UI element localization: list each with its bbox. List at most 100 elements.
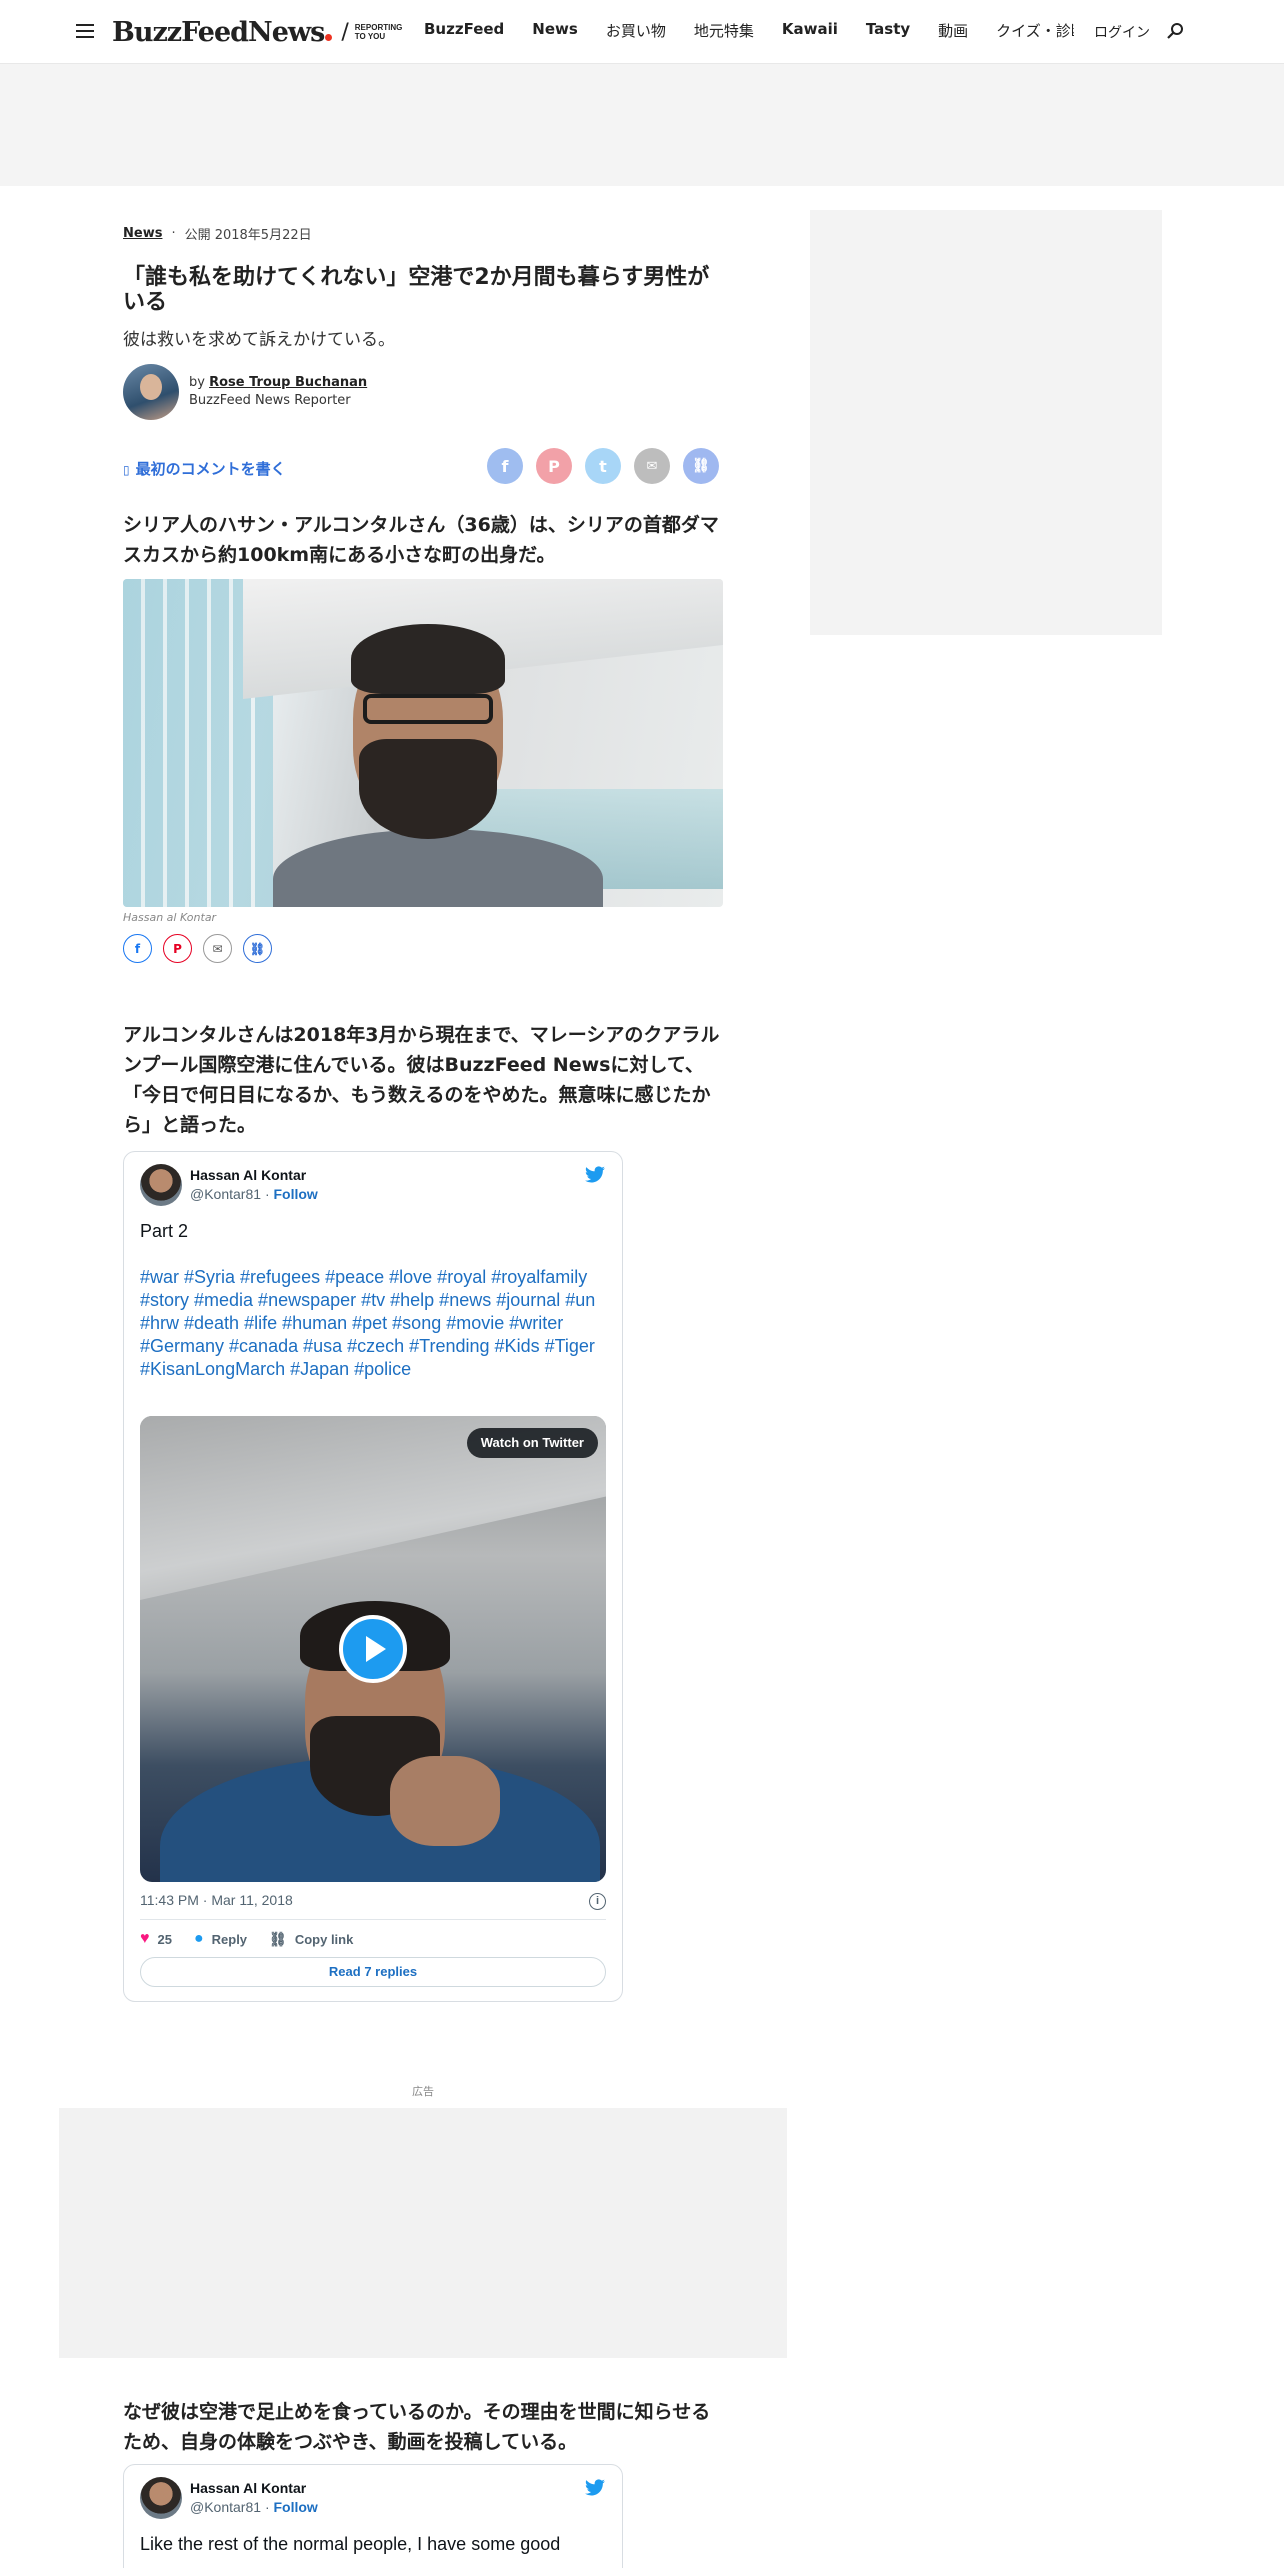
reply-bubble-icon: ● [193, 1930, 204, 1947]
top-ad-slot [0, 64, 1284, 186]
article-photo [123, 579, 723, 907]
buzzfeed-news-logo[interactable]: BuzzFeed News / REPORTING TO YOU [112, 14, 402, 50]
comment-icon: ▯ [123, 463, 130, 477]
photo-person-glasses [363, 694, 493, 724]
author-role: BuzzFeed News Reporter [189, 393, 351, 408]
twitter-bird-icon[interactable] [584, 2479, 606, 2497]
tweet-author: Hassan Al Kontar @Kontar81 · Follow [140, 1164, 318, 1206]
menu-icon[interactable] [76, 24, 94, 38]
link-icon: ⛓ [692, 458, 710, 474]
like-button[interactable]: ♥ 25 [140, 1930, 172, 1948]
watch-on-twitter-button[interactable]: Watch on Twitter [466, 1428, 598, 1458]
nav-local[interactable]: 地元特集 [694, 20, 754, 41]
pinterest-icon: P [173, 941, 182, 956]
play-icon[interactable] [339, 1615, 407, 1683]
tweet-separator: · [264, 2499, 270, 2515]
inline-ad-slot [59, 2108, 787, 2358]
photo-person-hair [351, 624, 505, 694]
video-person-hand [390, 1756, 500, 1846]
tweet-author-names: Hassan Al Kontar @Kontar81 · Follow [190, 1166, 318, 1204]
tweet-body: Like the rest of the normal people, I ha… [140, 2534, 561, 2554]
comment-link[interactable]: ▯ 最初のコメントを書く [123, 458, 286, 479]
tweet-author-names: Hassan Al Kontar @Kontar81 · Follow [190, 2479, 318, 2517]
paragraph-1: シリア人のハサン・アルコンタルさん（36歳）は、シリアの首都ダマスカスから約10… [123, 514, 719, 566]
nav-kawaii[interactable]: Kawaii [782, 20, 838, 41]
tweet-hashtags[interactable]: #war #Syria #refugees #peace #love #roya… [140, 1266, 600, 1381]
photo-person-beard [359, 739, 497, 839]
logo-wordmark: BuzzFeed [112, 16, 249, 48]
tweet-actions: ♥ 25 ● Reply ⛓ Copy link [140, 1930, 375, 1948]
photo-copy-link-button[interactable]: ⛓ [243, 934, 272, 963]
nav-video[interactable]: 動画 [938, 20, 968, 41]
info-icon[interactable]: i [589, 1893, 606, 1910]
embedded-tweet[interactable]: Hassan Al Kontar @Kontar81 · Follow Part… [123, 1151, 623, 2002]
photo-caption: Hassan al Kontar [123, 911, 217, 924]
article-subtitle: 彼は救いを求めて訴えかけている。 [123, 330, 395, 350]
share-bar: ▯ 最初のコメントを書く f P t ✉ ⛓ [123, 448, 723, 484]
meta-separator: · [171, 226, 176, 241]
nav-buzzfeed[interactable]: BuzzFeed [424, 20, 504, 41]
article-header: News · 公開 2018年5月22日 「誰も私を助けてくれない」空港で2か月… [123, 224, 723, 484]
author-info: by Rose Troup Buchanan BuzzFeed News Rep… [189, 374, 367, 410]
tweet-separator: · [264, 1186, 270, 1202]
tweet-video[interactable]: Watch on Twitter [140, 1416, 606, 1882]
nav-shopping[interactable]: お買い物 [606, 20, 666, 41]
tweet-timestamp[interactable]: 11:43 PM · Mar 11, 2018 [140, 1892, 293, 1908]
byline-prefix: by [189, 375, 205, 390]
link-icon: ⛓ [269, 1930, 287, 1947]
author-avatar[interactable] [123, 364, 179, 420]
tweet-avatar[interactable] [140, 2477, 182, 2519]
copy-link-label: Copy link [294, 1931, 354, 1947]
tweet-author: Hassan Al Kontar @Kontar81 · Follow [140, 2477, 318, 2519]
nav-quiz[interactable]: クイズ・診断 [996, 20, 1074, 41]
tweet-avatar[interactable] [140, 1164, 182, 1206]
copy-link-button[interactable]: ⛓ Copy link [269, 1931, 353, 1948]
paragraph-2: アルコンタルさんは2018年3月から現在まで、マレーシアのクアラルンプール国際空… [123, 1024, 720, 1136]
photo-pinterest-button[interactable]: P [163, 934, 192, 963]
email-share-button[interactable]: ✉ [634, 448, 670, 484]
logo-slash: / [341, 19, 349, 45]
mail-icon: ✉ [646, 458, 658, 474]
reply-button[interactable]: ● Reply [194, 1930, 247, 1948]
reply-label: Reply [211, 1931, 248, 1947]
article-title: 「誰も私を助けてくれない」空港で2か月間も暮らす男性がいる [123, 265, 710, 315]
embedded-tweet-2[interactable]: Hassan Al Kontar @Kontar81 · Follow Like… [123, 2464, 623, 2568]
nav-news[interactable]: News [532, 20, 578, 41]
ad-label: 広告 [412, 2085, 434, 2098]
facebook-icon: f [134, 941, 141, 956]
facebook-share-button[interactable]: f [487, 448, 523, 484]
twitter-bird-icon[interactable] [584, 1166, 606, 1184]
tweet-body: Part 2 [140, 1221, 189, 1241]
category-link[interactable]: News [123, 226, 162, 241]
logo-tagline: REPORTING TO YOU [354, 23, 403, 41]
pinterest-share-button[interactable]: P [536, 448, 572, 484]
twitter-icon: t [599, 456, 607, 476]
article-meta: News · 公開 2018年5月22日 [123, 224, 723, 243]
nav-links: BuzzFeed News お買い物 地元特集 Kawaii Tasty 動画 … [424, 20, 1074, 41]
logo-dot [325, 33, 333, 41]
tweet-follow-link[interactable]: Follow [274, 2499, 318, 2515]
tweet-handle[interactable]: @Kontar81 [190, 1186, 261, 1202]
twitter-share-button[interactable]: t [585, 448, 621, 484]
copy-link-share-button[interactable]: ⛓ [683, 448, 719, 484]
sidebar-ad-slot [810, 210, 1162, 635]
byline: by Rose Troup Buchanan BuzzFeed News Rep… [123, 364, 723, 420]
read-replies-button[interactable]: Read 7 replies [140, 1957, 606, 1987]
tweet-handle[interactable]: @Kontar81 [190, 2499, 261, 2515]
search-icon[interactable] [1166, 22, 1184, 40]
tweet-follow-link[interactable]: Follow [274, 1186, 318, 1202]
publish-date: 公開 2018年5月22日 [184, 228, 312, 243]
photo-facebook-button[interactable]: f [123, 934, 152, 963]
photo-email-button[interactable]: ✉ [203, 934, 232, 963]
author-name-link[interactable]: Rose Troup Buchanan [209, 375, 367, 390]
tweet-divider [140, 1919, 606, 1920]
tweet-author-name[interactable]: Hassan Al Kontar [190, 2479, 318, 2498]
nav-tasty[interactable]: Tasty [866, 20, 910, 41]
login-link[interactable]: ログイン [1094, 22, 1150, 42]
tweet-text: Part 2 #war #Syria #refugees #peace #lov… [140, 1220, 600, 1381]
heart-icon: ♥ [140, 1930, 150, 1947]
share-icons: f P t ✉ ⛓ [487, 448, 732, 484]
logo-wordmark-news: News [248, 16, 325, 48]
facebook-icon: f [501, 456, 509, 476]
tweet-author-name[interactable]: Hassan Al Kontar [190, 1166, 318, 1185]
